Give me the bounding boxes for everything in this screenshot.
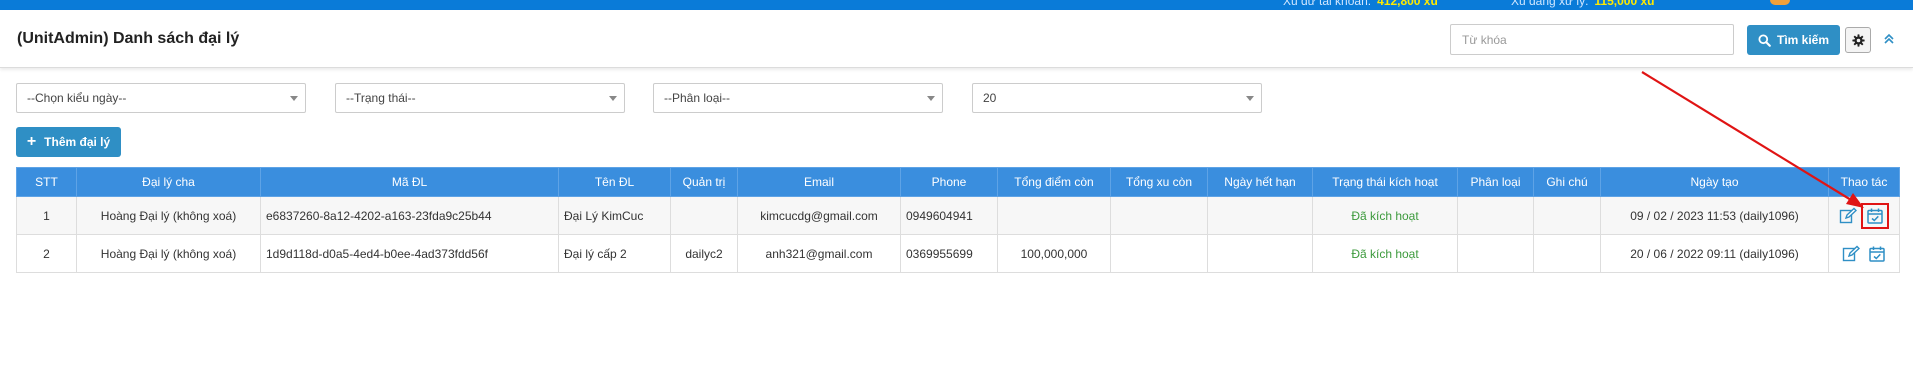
page-title: (UnitAdmin) Danh sách đại lý <box>17 30 240 47</box>
cell-stt: 2 <box>16 234 77 273</box>
search-icon <box>1758 33 1771 47</box>
cell-status: Đã kích hoạt <box>1312 234 1458 273</box>
column-header[interactable]: Đại lý cha <box>76 167 261 197</box>
column-header[interactable]: Tổng xu còn <box>1110 167 1208 197</box>
user-avatar-icon[interactable] <box>1770 0 1790 5</box>
column-header[interactable]: Email <box>737 167 901 197</box>
account-balance: Xu dư tài khoản: 412,800 xu <box>1283 0 1438 8</box>
calendar-check-icon[interactable] <box>1866 207 1884 225</box>
column-header[interactable]: Ngày tạo <box>1600 167 1829 197</box>
account-balance-value: 412,800 xu <box>1377 0 1438 8</box>
cell-phone: 0949604941 <box>900 196 998 235</box>
page-size-select[interactable]: 20 <box>972 83 1262 113</box>
cell-actions <box>1828 196 1900 235</box>
cell-name: Đại lý cấp 2 <box>558 234 671 273</box>
column-header[interactable]: Phân loại <box>1457 167 1534 197</box>
column-header[interactable]: Tên ĐL <box>558 167 671 197</box>
calendar-check-icon[interactable] <box>1868 245 1886 263</box>
chevron-down-icon <box>609 96 617 101</box>
search-button-label: Tìm kiếm <box>1776 33 1830 47</box>
column-header[interactable]: Phone <box>900 167 998 197</box>
chevron-double-up-icon[interactable] <box>1880 30 1898 48</box>
cell-email: kimcucdg@gmail.com <box>737 196 901 235</box>
cell-name: Đại Lý KimCuc <box>558 196 671 235</box>
date-type-value: --Chọn kiểu ngày-- <box>27 91 127 105</box>
processing-balance-value: 115,000 xu <box>1594 0 1655 8</box>
cell-note <box>1533 196 1601 235</box>
cell-created: 09 / 02 / 2023 11:53 (daily1096) <box>1600 196 1829 235</box>
column-header[interactable]: Ghi chú <box>1533 167 1601 197</box>
status-value: --Trạng thái-- <box>346 91 416 105</box>
add-agent-label: Thêm đại lý <box>44 135 111 149</box>
edit-icon[interactable] <box>1842 245 1860 263</box>
cell-admin <box>670 196 738 235</box>
cell-parent: Hoàng Đại lý (không xoá) <box>76 234 261 273</box>
table-row[interactable]: 1 Hoàng Đại lý (không xoá) e6837260-8a12… <box>16 196 1900 235</box>
chevron-down-icon <box>1246 96 1254 101</box>
cell-email: anh321@gmail.com <box>737 234 901 273</box>
cell-note <box>1533 234 1601 273</box>
column-header[interactable]: Tổng điểm còn <box>997 167 1111 197</box>
account-balance-label: Xu dư tài khoản: <box>1283 0 1372 8</box>
cell-expiry <box>1207 234 1313 273</box>
cell-created: 20 / 06 / 2022 09:11 (daily1096) <box>1600 234 1829 273</box>
agents-table: STT Đại lý cha Mã ĐL Tên ĐL Quản trị Ema… <box>16 167 1900 273</box>
cell-expiry <box>1207 196 1313 235</box>
table-row[interactable]: 2 Hoàng Đại lý (không xoá) 1d9d118d-d0a5… <box>16 234 1900 273</box>
top-status-bar: Xu dư tài khoản: 412,800 xu Xu đang xử lý… <box>0 0 1913 10</box>
column-header[interactable]: STT <box>16 167 77 197</box>
page-size-value: 20 <box>983 91 997 105</box>
cell-actions <box>1828 234 1900 273</box>
column-header[interactable]: Trạng thái kích hoạt <box>1312 167 1458 197</box>
cell-code: 1d9d118d-d0a5-4ed4-b0ee-4ad373fdd56f <box>260 234 559 273</box>
date-type-select[interactable]: --Chọn kiểu ngày-- <box>16 83 306 113</box>
highlight-box <box>1861 202 1889 229</box>
chevron-down-icon <box>290 96 298 101</box>
cell-parent: Hoàng Đại lý (không xoá) <box>76 196 261 235</box>
category-select[interactable]: --Phân loại-- <box>653 83 943 113</box>
status-select[interactable]: --Trạng thái-- <box>335 83 625 113</box>
chevron-down-icon <box>927 96 935 101</box>
cell-points <box>997 196 1111 235</box>
add-agent-button[interactable]: + Thêm đại lý <box>16 127 121 157</box>
plus-icon: + <box>26 133 37 150</box>
settings-button[interactable] <box>1845 27 1871 53</box>
cell-points: 100,000,000 <box>997 234 1111 273</box>
cell-code: e6837260-8a12-4202-a163-23fda9c25b44 <box>260 196 559 235</box>
cell-coins <box>1110 196 1208 235</box>
cell-admin: dailyc2 <box>670 234 738 273</box>
column-header[interactable]: Mã ĐL <box>260 167 559 197</box>
cell-stt: 1 <box>16 196 77 235</box>
gear-icon <box>1851 33 1865 47</box>
search-input[interactable] <box>1450 24 1734 55</box>
cell-coins <box>1110 234 1208 273</box>
page-header: (UnitAdmin) Danh sách đại lý Tìm kiếm <box>0 10 1913 68</box>
cell-category <box>1457 196 1534 235</box>
processing-balance-label: Xu đang xử lý: <box>1511 0 1589 8</box>
column-header[interactable]: Ngày hết hạn <box>1207 167 1313 197</box>
column-header[interactable]: Quản trị <box>670 167 738 197</box>
search-button[interactable]: Tìm kiếm <box>1747 25 1840 55</box>
processing-balance: Xu đang xử lý: 115,000 xu <box>1511 0 1654 8</box>
cell-category <box>1457 234 1534 273</box>
category-value: --Phân loại-- <box>664 91 731 105</box>
cell-phone: 0369955699 <box>900 234 998 273</box>
edit-icon[interactable] <box>1839 207 1857 225</box>
column-header: Thao tác <box>1828 167 1900 197</box>
cell-status: Đã kích hoạt <box>1312 196 1458 235</box>
table-header-row: STT Đại lý cha Mã ĐL Tên ĐL Quản trị Ema… <box>16 167 1900 197</box>
